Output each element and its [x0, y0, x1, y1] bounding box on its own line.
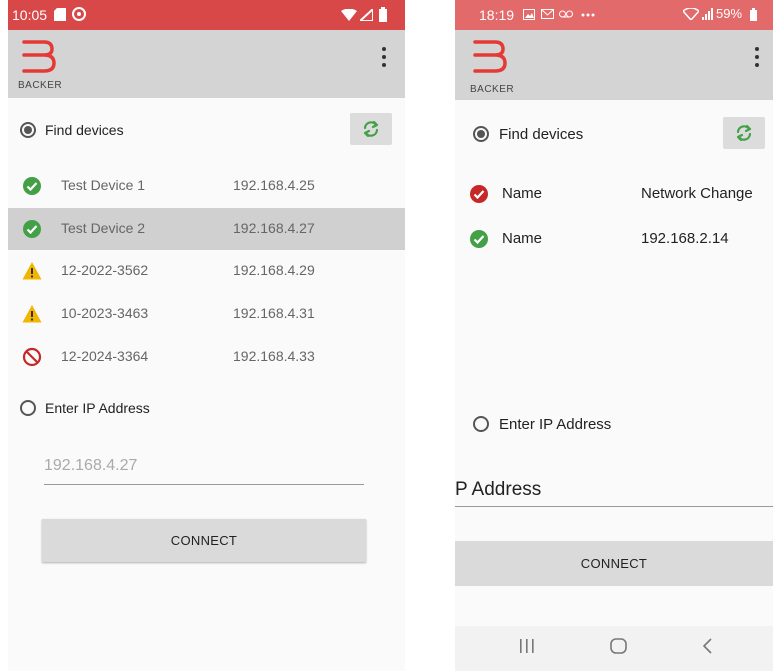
overflow-menu-icon[interactable]: [378, 46, 390, 68]
gallery-icon: [523, 9, 535, 20]
prohibited-icon: [22, 347, 42, 367]
ip-address-input[interactable]: [455, 474, 773, 507]
battery-icon: [379, 7, 387, 22]
device-row[interactable]: Test Device 1 192.168.4.25: [8, 165, 405, 207]
wifi-icon: [683, 8, 699, 20]
device-row[interactable]: Name 192.168.2.14: [455, 218, 773, 260]
ip-address-input[interactable]: [44, 448, 364, 485]
check-circle-icon: [23, 177, 41, 195]
device-row-selected[interactable]: Test Device 2 192.168.4.27: [8, 208, 405, 250]
app-bar: BACKER: [8, 30, 405, 98]
backer-logo-icon: [473, 40, 507, 73]
app-bar: BACKER: [455, 30, 773, 100]
device-name: Test Device 1: [61, 177, 146, 193]
status-bar: 18:19 59%: [455, 0, 773, 30]
device-name: 12-2022-3562: [61, 262, 149, 278]
back-icon[interactable]: [701, 636, 715, 656]
check-circle-icon: [470, 230, 488, 248]
find-devices-radio[interactable]: [20, 122, 36, 138]
device-row[interactable]: 10-2023-3463 192.168.4.31: [8, 293, 405, 335]
device-name: Test Device 2: [61, 220, 146, 236]
device-ip: 192.168.4.25: [233, 177, 315, 193]
device-ip: 192.168.4.33: [233, 348, 315, 364]
device-ip: 192.168.4.31: [233, 305, 315, 321]
find-devices-radio[interactable]: [473, 126, 489, 142]
backer-logo-icon: [22, 40, 56, 73]
battery-percent: 59%: [716, 6, 743, 21]
device-name: Name: [502, 185, 543, 202]
home-icon[interactable]: [609, 636, 629, 656]
device-name: Name: [502, 230, 543, 247]
voicemail-icon: [559, 10, 573, 18]
battery-icon: [750, 8, 757, 21]
refresh-button[interactable]: [350, 113, 392, 145]
refresh-icon: [736, 124, 752, 142]
logo-text: BACKER: [18, 80, 63, 91]
status-time: 10:05: [12, 7, 48, 23]
find-devices-label: Find devices: [45, 122, 124, 138]
recent-apps-icon[interactable]: [519, 636, 535, 656]
device-name: 10-2023-3463: [61, 305, 149, 321]
device-ip: Network Change: [641, 185, 753, 202]
connect-button[interactable]: CONNECT: [42, 519, 366, 562]
overflow-menu-icon[interactable]: [751, 46, 763, 68]
refresh-button[interactable]: [723, 117, 765, 149]
device-ip: 192.168.2.14: [641, 230, 729, 247]
device-row[interactable]: Name Network Change: [455, 173, 773, 215]
enter-ip-radio[interactable]: [473, 416, 489, 432]
refresh-icon: [363, 120, 379, 138]
device-row[interactable]: 12-2024-3364 192.168.4.33: [8, 336, 405, 378]
navigation-bar: [455, 626, 773, 671]
signal-icon: [360, 9, 373, 21]
wifi-icon: [341, 9, 357, 21]
sync-status-icon: [72, 7, 86, 21]
phone-screen-right: 18:19 59% BACKER Find devices Name Netwo…: [455, 0, 773, 671]
find-devices-label: Find devices: [499, 126, 584, 143]
device-ip: 192.168.4.29: [233, 262, 315, 278]
phone-screen-left: 10:05 BACKER Find devices Test Device 1 …: [8, 0, 405, 671]
enter-ip-label: Enter IP Address: [45, 400, 150, 416]
enter-ip-label: Enter IP Address: [499, 416, 612, 433]
mail-icon: [541, 9, 554, 19]
connect-button[interactable]: CONNECT: [455, 541, 773, 586]
logo-text: BACKER: [470, 84, 515, 95]
device-ip: 192.168.4.27: [233, 220, 315, 236]
warning-triangle-icon: [22, 262, 42, 280]
warning-triangle-icon: [22, 305, 42, 323]
device-row[interactable]: 12-2022-3562 192.168.4.29: [8, 250, 405, 292]
more-notifications-icon: [581, 13, 595, 17]
check-circle-icon: [23, 220, 41, 238]
status-time: 18:19: [479, 7, 515, 23]
sd-card-icon: [54, 8, 66, 21]
error-check-icon: [470, 185, 488, 203]
device-name: 12-2024-3364: [61, 348, 149, 364]
status-bar: 10:05: [8, 0, 405, 30]
enter-ip-radio[interactable]: [20, 400, 36, 416]
signal-icon: [702, 8, 713, 20]
